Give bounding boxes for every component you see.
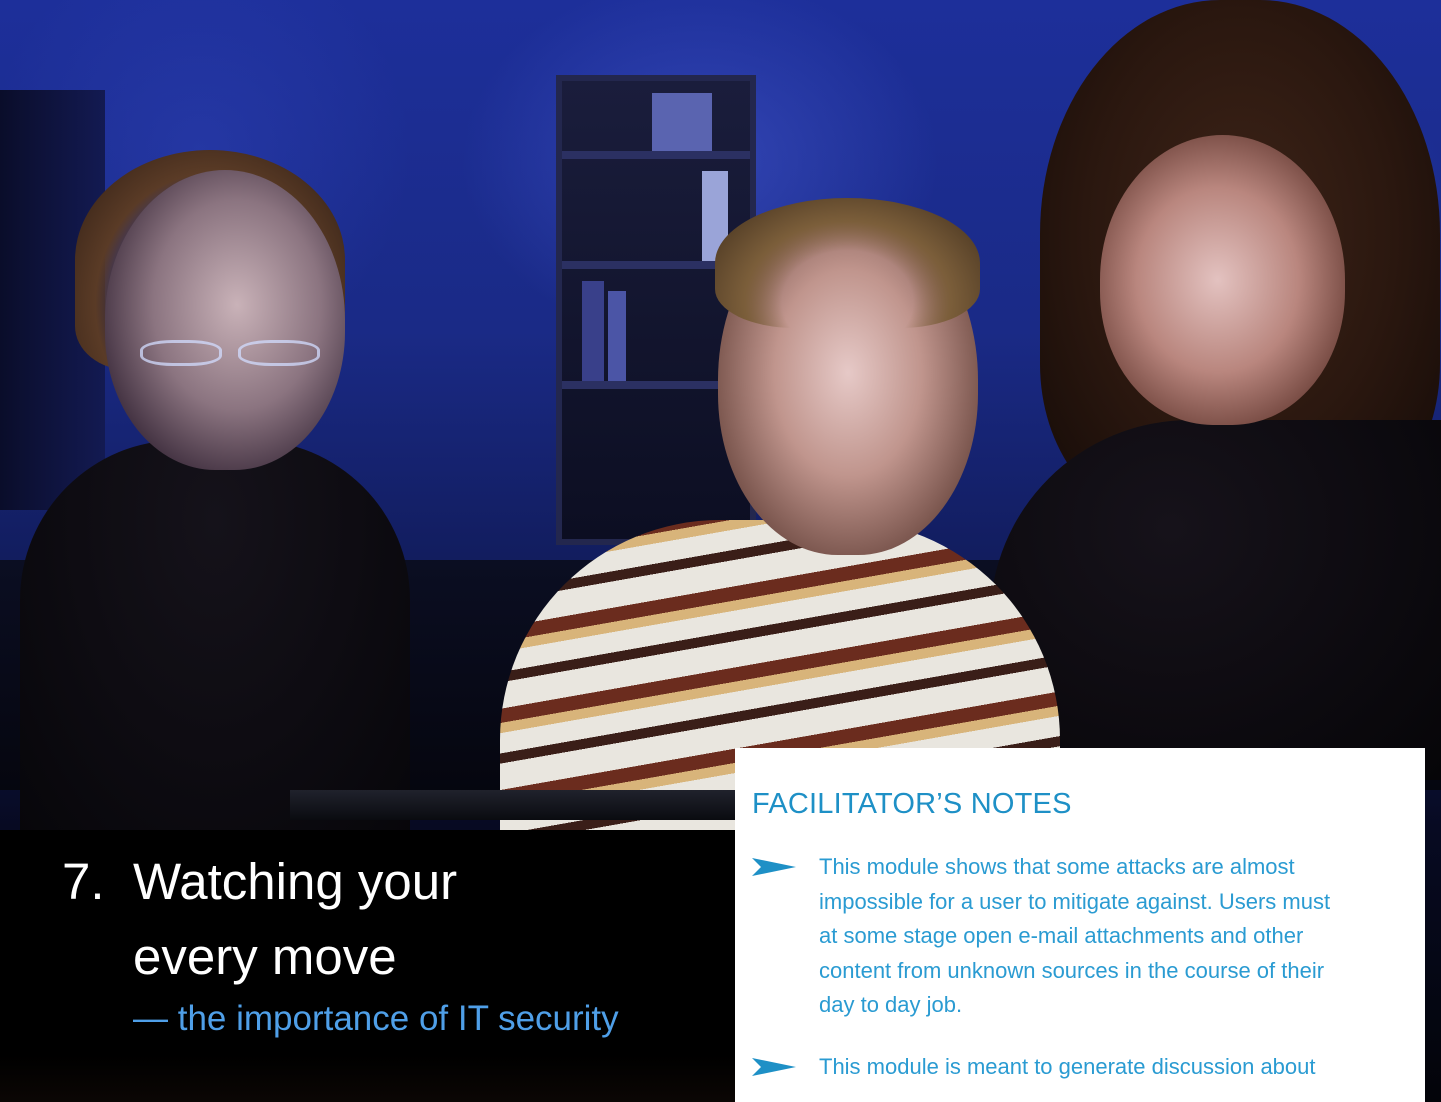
book [582,281,604,381]
page: 7. Watching your every move — the import… [0,0,1441,1102]
chevron-arrow-icon [752,1058,796,1076]
book [608,291,626,381]
photo-glasses [140,340,222,366]
photo-person-center-hair [715,198,980,328]
note-text: This module shows that some attacks are … [819,850,1399,1023]
note-line: at some stage open e-mail attachments an… [819,923,1304,949]
module-title-line-1: Watching your [133,853,458,910]
facilitator-notes-panel: FACILITATOR’S NOTES This module shows th… [735,748,1425,1102]
note-line: This module is meant to generate discuss… [819,1054,1316,1079]
facilitator-notes-heading: FACILITATOR’S NOTES [752,788,1072,820]
photo-person-left-face [105,170,345,470]
photo-glasses [238,340,320,366]
note-line: day to day job. [819,992,963,1018]
module-subtitle: — the importance of IT security [133,999,619,1038]
note-line: content from unknown sources in the cour… [819,957,1325,983]
book [652,93,712,151]
photo-laptop-edge [290,790,750,820]
shelf [562,151,750,159]
note-line: impossible for a user to mitigate agains… [819,888,1331,914]
module-number: 7. [62,853,105,910]
chevron-arrow-icon [752,858,796,876]
photo-person-right-face [1100,135,1345,425]
note-line: This module shows that some attacks are … [819,854,1295,879]
title-band-fade [0,1055,735,1102]
photo-person-left-body [20,440,410,840]
note-text: This module is meant to generate discuss… [819,1050,1399,1085]
module-title-line-2: every move [133,928,397,985]
photo-bookshelf [556,75,756,545]
